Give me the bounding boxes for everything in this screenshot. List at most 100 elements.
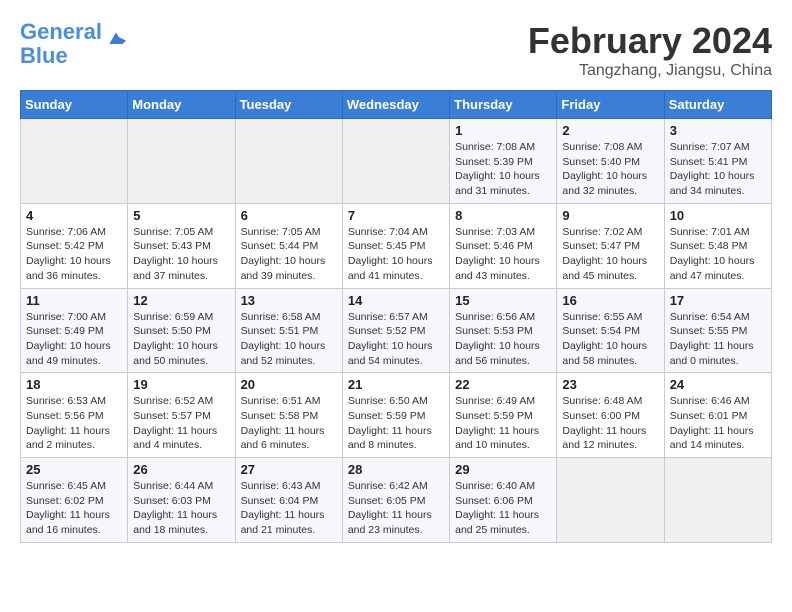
calendar-cell: 21Sunrise: 6:50 AMSunset: 5:59 PMDayligh… <box>342 373 449 458</box>
day-info: Sunrise: 6:54 AMSunset: 5:55 PMDaylight:… <box>670 310 766 369</box>
day-number: 26 <box>133 462 229 477</box>
calendar-week-row: 25 Sunrise: 6:45 AMSunset: 6:02 PMDayligh… <box>21 458 772 543</box>
calendar-cell <box>557 458 664 543</box>
calendar-body: 1Sunrise: 7:08 AMSunset: 5:39 PMDaylight… <box>21 119 772 543</box>
logo: General Blue <box>20 20 126 68</box>
calendar-week-row: 18 Sunrise: 6:53 AMSunset: 5:56 PMDayligh… <box>21 373 772 458</box>
weekday-header-thursday: Thursday <box>450 91 557 119</box>
day-info: Sunrise: 6:40 AMSunset: 6:06 PMDaylight:… <box>455 479 551 538</box>
calendar-cell: 24 Sunrise: 6:46 AMSunset: 6:01 PMDayligh… <box>664 373 771 458</box>
day-info: Sunrise: 6:43 AMSunset: 6:04 PMDaylight:… <box>241 479 337 538</box>
day-info: Sunrise: 6:48 AMSunset: 6:00 PMDaylight:… <box>562 394 658 453</box>
calendar-cell: 11 Sunrise: 7:00 AMSunset: 5:49 PMDayligh… <box>21 288 128 373</box>
calendar-cell: 2 Sunrise: 7:08 AMSunset: 5:40 PMDaylight… <box>557 119 664 204</box>
calendar-cell: 16 Sunrise: 6:55 AMSunset: 5:54 PMDayligh… <box>557 288 664 373</box>
day-number: 6 <box>241 208 337 223</box>
day-info: Sunrise: 6:59 AMSunset: 5:50 PMDaylight:… <box>133 310 229 369</box>
day-number: 19 <box>133 377 229 392</box>
day-info: Sunrise: 7:07 AMSunset: 5:41 PMDaylight:… <box>670 140 766 199</box>
day-number: 27 <box>241 462 337 477</box>
day-info: Sunrise: 7:06 AMSunset: 5:42 PMDaylight:… <box>26 225 122 284</box>
day-info: Sunrise: 7:02 AMSunset: 5:47 PMDaylight:… <box>562 225 658 284</box>
day-number: 22 <box>455 377 551 392</box>
calendar-cell: 7Sunrise: 7:04 AMSunset: 5:45 PMDaylight… <box>342 203 449 288</box>
day-number: 18 <box>26 377 122 392</box>
day-info: Sunrise: 6:45 AMSunset: 6:02 PMDaylight:… <box>26 479 122 538</box>
calendar-cell: 18 Sunrise: 6:53 AMSunset: 5:56 PMDayligh… <box>21 373 128 458</box>
calendar-header: SundayMondayTuesdayWednesdayThursdayFrid… <box>21 91 772 119</box>
calendar-cell: 15 Sunrise: 6:56 AMSunset: 5:53 PMDayligh… <box>450 288 557 373</box>
weekday-header-saturday: Saturday <box>664 91 771 119</box>
calendar-cell: 10 Sunrise: 7:01 AMSunset: 5:48 PMDayligh… <box>664 203 771 288</box>
calendar-cell: 27 Sunrise: 6:43 AMSunset: 6:04 PMDayligh… <box>235 458 342 543</box>
calendar-cell: 29 Sunrise: 6:40 AMSunset: 6:06 PMDayligh… <box>450 458 557 543</box>
day-info: Sunrise: 7:05 AMSunset: 5:44 PMDaylight:… <box>241 225 337 284</box>
weekday-header-row: SundayMondayTuesdayWednesdayThursdayFrid… <box>21 91 772 119</box>
calendar-cell: 5 Sunrise: 7:05 AMSunset: 5:43 PMDaylight… <box>128 203 235 288</box>
day-info: Sunrise: 6:42 AMSunset: 6:05 PMDaylight:… <box>348 479 444 538</box>
day-number: 9 <box>562 208 658 223</box>
calendar-cell: 20 Sunrise: 6:51 AMSunset: 5:58 PMDayligh… <box>235 373 342 458</box>
weekday-header-tuesday: Tuesday <box>235 91 342 119</box>
calendar-cell: 17 Sunrise: 6:54 AMSunset: 5:55 PMDayligh… <box>664 288 771 373</box>
day-number: 13 <box>241 293 337 308</box>
day-info: Sunrise: 7:00 AMSunset: 5:49 PMDaylight:… <box>26 310 122 369</box>
day-info: Sunrise: 6:51 AMSunset: 5:58 PMDaylight:… <box>241 394 337 453</box>
calendar-cell: 3 Sunrise: 7:07 AMSunset: 5:41 PMDaylight… <box>664 119 771 204</box>
weekday-header-wednesday: Wednesday <box>342 91 449 119</box>
day-number: 10 <box>670 208 766 223</box>
weekday-header-monday: Monday <box>128 91 235 119</box>
day-info: Sunrise: 6:58 AMSunset: 5:51 PMDaylight:… <box>241 310 337 369</box>
calendar-cell: 12 Sunrise: 6:59 AMSunset: 5:50 PMDayligh… <box>128 288 235 373</box>
day-number: 20 <box>241 377 337 392</box>
calendar-cell: 19Sunrise: 6:52 AMSunset: 5:57 PMDayligh… <box>128 373 235 458</box>
calendar-cell: 14 Sunrise: 6:57 AMSunset: 5:52 PMDayligh… <box>342 288 449 373</box>
day-number: 5 <box>133 208 229 223</box>
day-info: Sunrise: 6:57 AMSunset: 5:52 PMDaylight:… <box>348 310 444 369</box>
calendar-cell <box>664 458 771 543</box>
subtitle: Tangzhang, Jiangsu, China <box>528 62 772 80</box>
main-title: February 2024 <box>528 20 772 62</box>
day-number: 12 <box>133 293 229 308</box>
weekday-header-sunday: Sunday <box>21 91 128 119</box>
day-info: Sunrise: 6:49 AMSunset: 5:59 PMDaylight:… <box>455 394 551 453</box>
day-info: Sunrise: 6:56 AMSunset: 5:53 PMDaylight:… <box>455 310 551 369</box>
calendar-week-row: 4 Sunrise: 7:06 AMSunset: 5:42 PMDaylight… <box>21 203 772 288</box>
day-number: 25 <box>26 462 122 477</box>
calendar-cell: 22 Sunrise: 6:49 AMSunset: 5:59 PMDayligh… <box>450 373 557 458</box>
day-number: 15 <box>455 293 551 308</box>
day-number: 11 <box>26 293 122 308</box>
day-number: 2 <box>562 123 658 138</box>
calendar-cell <box>21 119 128 204</box>
day-info: Sunrise: 7:03 AMSunset: 5:46 PMDaylight:… <box>455 225 551 284</box>
day-number: 16 <box>562 293 658 308</box>
calendar-cell: 6 Sunrise: 7:05 AMSunset: 5:44 PMDaylight… <box>235 203 342 288</box>
day-info: Sunrise: 7:01 AMSunset: 5:48 PMDaylight:… <box>670 225 766 284</box>
logo-icon <box>106 29 126 49</box>
day-number: 1 <box>455 123 551 138</box>
calendar-week-row: 11 Sunrise: 7:00 AMSunset: 5:49 PMDayligh… <box>21 288 772 373</box>
calendar-cell: 8 Sunrise: 7:03 AMSunset: 5:46 PMDaylight… <box>450 203 557 288</box>
day-number: 3 <box>670 123 766 138</box>
page-header: General Blue February 2024 Tangzhang, Ji… <box>20 20 772 80</box>
day-info: Sunrise: 7:05 AMSunset: 5:43 PMDaylight:… <box>133 225 229 284</box>
day-number: 8 <box>455 208 551 223</box>
day-info: Sunrise: 6:46 AMSunset: 6:01 PMDaylight:… <box>670 394 766 453</box>
day-number: 28 <box>348 462 444 477</box>
day-number: 14 <box>348 293 444 308</box>
day-info: Sunrise: 7:08 AMSunset: 5:40 PMDaylight:… <box>562 140 658 199</box>
day-info: Sunrise: 6:53 AMSunset: 5:56 PMDaylight:… <box>26 394 122 453</box>
day-number: 24 <box>670 377 766 392</box>
calendar-cell: 26 Sunrise: 6:44 AMSunset: 6:03 PMDayligh… <box>128 458 235 543</box>
title-block: February 2024 Tangzhang, Jiangsu, China <box>528 20 772 80</box>
day-number: 17 <box>670 293 766 308</box>
day-info: Sunrise: 6:44 AMSunset: 6:03 PMDaylight:… <box>133 479 229 538</box>
day-number: 21 <box>348 377 444 392</box>
logo-text: General Blue <box>20 20 102 68</box>
day-number: 23 <box>562 377 658 392</box>
day-number: 4 <box>26 208 122 223</box>
day-info: Sunrise: 6:55 AMSunset: 5:54 PMDaylight:… <box>562 310 658 369</box>
weekday-header-friday: Friday <box>557 91 664 119</box>
day-number: 29 <box>455 462 551 477</box>
calendar-cell <box>342 119 449 204</box>
